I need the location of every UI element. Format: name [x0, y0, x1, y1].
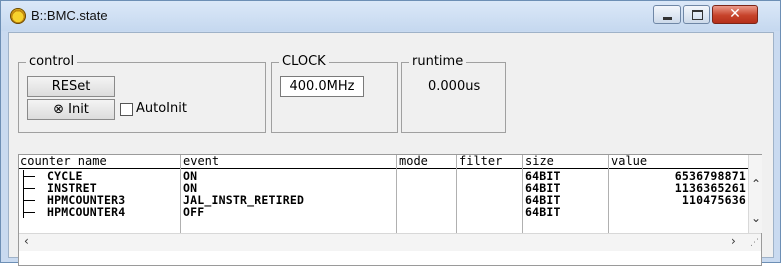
close-button[interactable]: ✕: [712, 5, 758, 24]
title-bar[interactable]: B::BMC.state ✕: [1, 1, 780, 31]
close-icon: ✕: [729, 6, 741, 22]
counter-size: 64BIT: [525, 205, 561, 219]
col-filter[interactable]: filter: [459, 154, 502, 168]
reset-button[interactable]: RESet: [27, 76, 115, 97]
clock-group: CLOCK 400.0MHz: [271, 54, 398, 133]
clock-field[interactable]: 400.0MHz: [280, 76, 364, 97]
table-header: counter name event mode filter size valu…: [19, 154, 761, 169]
maximize-button[interactable]: [683, 5, 710, 24]
table-row[interactable]: HPMCOUNTER3 JAL_INSTR_RETIRED 64BIT 1104…: [19, 193, 761, 207]
col-counter-name[interactable]: counter name: [20, 154, 107, 168]
counter-table[interactable]: counter name event mode filter size valu…: [18, 154, 762, 266]
table-row[interactable]: HPMCOUNTER4 OFF 64BIT: [19, 205, 761, 219]
counter-value: 110475636: [681, 193, 746, 207]
autoinit-label: AutoInit: [136, 101, 187, 116]
col-event[interactable]: event: [183, 154, 219, 168]
runtime-value: 0.000us: [428, 79, 481, 94]
col-size[interactable]: size: [525, 154, 554, 168]
app-icon: [10, 8, 26, 24]
bmc-state-window: B::BMC.state ✕ control RESet ⊗ Init Auto…: [0, 0, 781, 266]
control-group: control RESet ⊗ Init AutoInit: [18, 54, 266, 133]
horizontal-scrollbar[interactable]: ‹ › ⋰: [19, 233, 761, 251]
autoinit-checkbox[interactable]: [120, 103, 133, 116]
init-icon: ⊗: [53, 102, 64, 117]
resize-grip-icon[interactable]: ⋰: [750, 238, 759, 248]
runtime-group: runtime 0.000us: [401, 54, 506, 133]
col-mode[interactable]: mode: [399, 154, 428, 168]
window-client-area: control RESet ⊗ Init AutoInit CLOCK 400.…: [8, 32, 774, 266]
tree-branch: [23, 194, 37, 206]
scroll-down-icon[interactable]: ⌄: [751, 211, 761, 225]
clock-group-title: CLOCK: [279, 54, 329, 69]
counter-event: OFF: [183, 205, 205, 219]
scroll-left-icon[interactable]: ‹: [24, 234, 29, 248]
minimize-icon: [663, 17, 672, 20]
maximize-icon: [692, 10, 703, 20]
control-group-title: control: [26, 54, 78, 69]
init-button[interactable]: ⊗ Init: [27, 99, 115, 120]
tree-branch: [23, 170, 37, 182]
tree-branch: [23, 206, 37, 218]
runtime-group-title: runtime: [409, 54, 467, 69]
minimize-button[interactable]: [653, 5, 681, 24]
scroll-right-icon[interactable]: ›: [731, 234, 736, 248]
init-label: Init: [68, 102, 89, 117]
col-value[interactable]: value: [611, 154, 647, 168]
tree-branch: [23, 182, 37, 194]
vertical-scrollbar[interactable]: ⌃ ⌄: [748, 155, 762, 233]
counter-name: HPMCOUNTER4: [47, 205, 126, 219]
window-title: B::BMC.state: [31, 8, 108, 23]
scroll-up-icon[interactable]: ⌃: [751, 177, 761, 191]
